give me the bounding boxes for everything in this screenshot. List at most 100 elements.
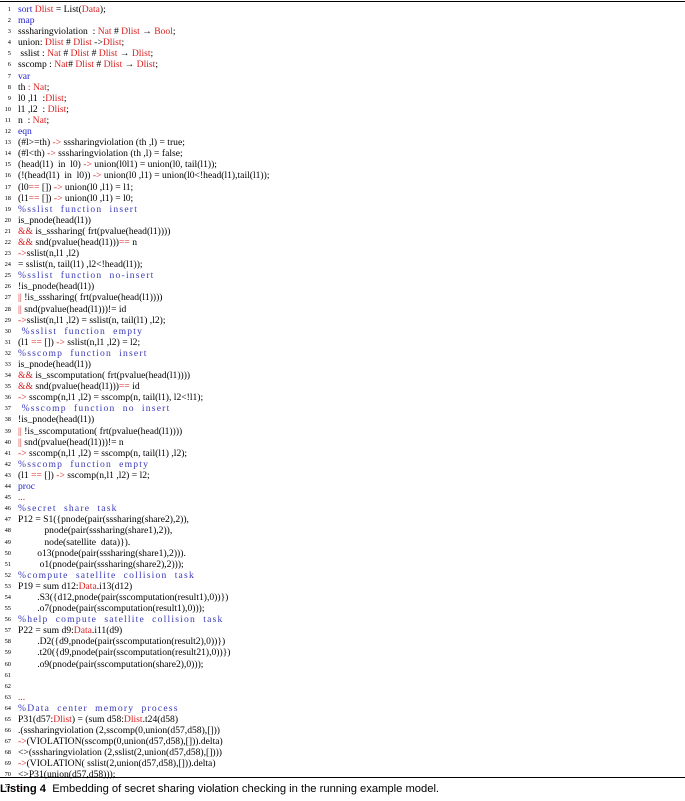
code-type: &&: [18, 370, 33, 382]
code-token: n: [129, 236, 138, 248]
code-line: 47 P12 = S1({pnode(pair(sssharing(share2)…: [0, 514, 685, 525]
line-number: 55: [4, 605, 11, 613]
code-token: .S3({d12,pnode(pair(sscomputation(result…: [18, 591, 229, 603]
code-token: #: [89, 48, 99, 60]
code-type: Dlist: [44, 37, 64, 49]
line-number: 64: [4, 704, 11, 712]
code-line: 15 (head(l1) in l0) -> union(l0l1) = unio…: [0, 159, 685, 170]
code-type: ->: [18, 447, 27, 459]
line-number: 31: [4, 338, 11, 346]
code-text: .D2({d9,pnode(pair(sscomputation(result2…: [18, 636, 225, 647]
code-token: #: [111, 26, 122, 38]
code-text: ...: [18, 692, 25, 703]
line-number: 35: [4, 383, 11, 391]
line-number: 53: [4, 582, 11, 590]
line-number: 6: [7, 61, 11, 69]
line-number: 62: [4, 682, 11, 690]
code-line: 12 eqn: [0, 126, 685, 137]
line-number: 15: [4, 161, 11, 169]
line-number: 21: [4, 227, 11, 235]
code-text: !is_pnode(head(l1)): [18, 281, 94, 292]
code-text: .o9(pnode(pair(sscomputation(share2),0))…: [18, 659, 203, 670]
code-line: 66 .(sssharingviolation (2,sscomp(0,union…: [0, 725, 685, 736]
code-text: is_pnode(head(l1)): [18, 215, 91, 226]
code-line: 55 .o7(pnode(pair(sscomputation(result1)…: [0, 603, 685, 614]
code-text: || !is_sssharing( frt(pvalue(head(l1)))): [18, 292, 163, 303]
code-token: .o7(pnode(pair(sscomputation(result1),0)…: [18, 603, 205, 615]
code-type: ...: [18, 691, 26, 703]
code-token: (head(l1) in l0): [18, 159, 84, 171]
line-number: 41: [4, 449, 11, 457]
code-token: sslist :: [18, 48, 48, 60]
code-line: 14 (#l<th) -> sssharingviolation (th ,l) …: [0, 148, 685, 159]
code-token: sslist(n,l1 ,l2) = sslist(n, tail(l1) ,l…: [26, 314, 166, 326]
code-line: 52 %compute satellite collision task: [0, 570, 685, 581]
code-text: %Data center memory process: [18, 703, 179, 714]
line-number: 34: [4, 372, 11, 380]
code-token: n :: [18, 114, 33, 126]
code-line: 38 !is_pnode(head(l1)): [0, 414, 685, 425]
code-type: Dlist: [121, 26, 140, 38]
line-number: 7: [7, 72, 11, 80]
bottom-rule: [0, 777, 685, 778]
listing-caption: Listing 4 Embedding of secret sharing vi…: [0, 783, 439, 795]
code-token: sscomp(n,l1 ,l2) = l2;: [64, 469, 150, 481]
code-token: is_sssharing( frt(pvalue(head(l1)))): [32, 225, 171, 237]
code-text: th : Nat;: [18, 82, 49, 93]
code-text: ->(VIOLATION( sslist(2,union(d57,d58),[]…: [18, 758, 216, 769]
code-text: || !is_sscomputation( frt(pvalue(head(l1…: [18, 426, 182, 437]
code-line: 1 sort Dlist = List(Data);: [0, 4, 685, 15]
code-comment: %help compute satellite collision task: [18, 614, 224, 626]
code-type: Bool: [154, 26, 173, 38]
code-token: = sslist(n, tail(l1) ,l2<!head(l1));: [18, 259, 143, 271]
code-type: ==: [118, 381, 130, 393]
code-token: = List(: [53, 4, 82, 15]
code-comment: %secret share task: [18, 503, 118, 515]
code-type: Data: [78, 580, 97, 592]
code-line: 18 (l1== []) -> union(l0 ,l1) = l0;: [0, 193, 685, 204]
code-text: (#l<th) -> sssharingviolation (th ,l) = …: [18, 148, 183, 159]
line-number: 49: [4, 538, 11, 546]
line-number: 61: [4, 671, 11, 679]
code-token: th: [18, 81, 28, 93]
code-line: 40 || snd(pvalue(head(l1)))!= n: [0, 437, 685, 448]
code-line: 27 || !is_sssharing( frt(pvalue(head(l1))…: [0, 292, 685, 303]
code-token: P22 = sum d9:: [18, 625, 74, 637]
code-token: ;: [121, 37, 125, 49]
code-token: →: [117, 48, 132, 60]
code-text: %sscomp function no insert: [18, 403, 170, 414]
code-line: 4 union: Dlist # Dlist ->Dlist;: [0, 37, 685, 48]
code-type: ->: [47, 148, 56, 160]
code-line: 35 && snd(pvalue(head(l1)))== id: [0, 381, 685, 392]
code-text: sort Dlist = List(Data);: [18, 4, 106, 15]
code-line: 29 ->sslist(n,l1 ,l2) = sslist(n, tail(l1…: [0, 315, 685, 326]
code-token: #: [63, 37, 74, 49]
line-number: 33: [4, 361, 11, 368]
code-line: 63...: [0, 692, 685, 703]
code-text: sscomp : Nat# Dlist # Dlist → Dlist;: [18, 59, 158, 70]
code-line: 31 (l1 == []) -> sslist(n,l1 ,l2) = l2;: [0, 337, 685, 348]
code-type: ->: [18, 758, 27, 770]
code-token: →: [139, 26, 155, 38]
code-token: .(sssharingviolation (2,sscomp(0,union(d…: [18, 725, 220, 737]
code-text: n : Nat;: [18, 115, 49, 126]
code-token: !is_pnode(head(l1)): [18, 414, 95, 426]
code-line: 20 is_pnode(head(l1)): [0, 215, 685, 226]
code-line: 33 is_pnode(head(l1)): [0, 359, 685, 370]
code-token: (VIOLATION(sscomp(0,union(d57,d58),[])).…: [26, 736, 223, 748]
line-number: 46: [4, 505, 11, 513]
code-token: P12 = S1({pnode(pair(sssharing(share2),2…: [18, 514, 189, 526]
code-token: .i13(d12): [96, 580, 133, 592]
line-number: 3: [7, 28, 11, 36]
code-comment: %sscomp function no insert: [18, 403, 171, 415]
code-token: is_pnode(head(l1)): [18, 359, 91, 370]
code-token: ;: [66, 103, 69, 115]
code-token: sssharingviolation :: [18, 26, 98, 38]
code-type: ->: [18, 392, 27, 404]
code-token: pnode(pair(sssharing(share1),2)),: [18, 525, 173, 537]
code-token: .D2({d9,pnode(pair(sscomputation(result2…: [18, 636, 226, 648]
code-type: ...: [18, 492, 26, 504]
code-comment: %sslist function no-insert: [18, 270, 155, 282]
code-keyword: proc: [18, 481, 36, 493]
code-token: P19 = sum d12:: [18, 580, 79, 592]
